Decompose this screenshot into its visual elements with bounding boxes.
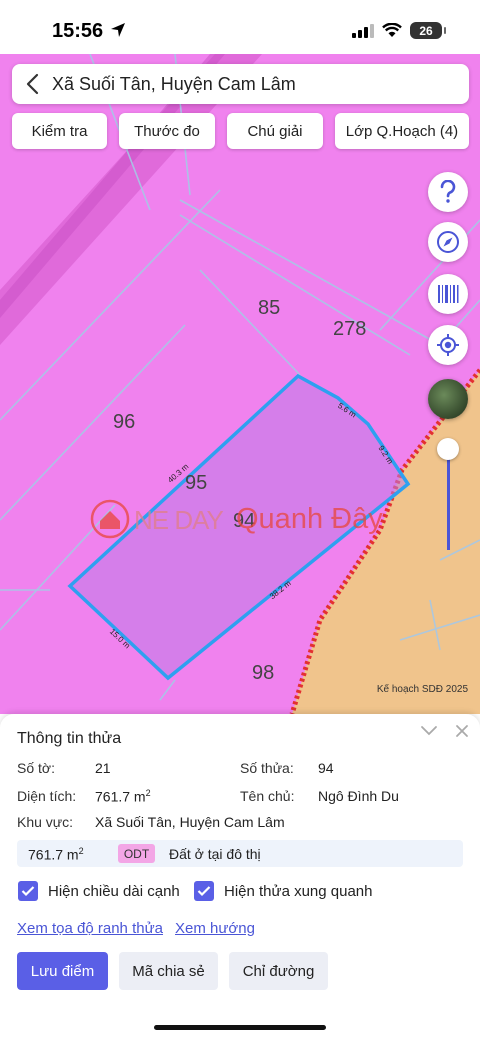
chevron-left-icon [26, 73, 39, 95]
sheet-number-value: 21 [95, 760, 111, 776]
location-header[interactable]: Xã Suối Tân, Huyện Cam Lâm [12, 64, 469, 104]
measure-button[interactable]: Thước đo [119, 113, 215, 149]
wifi-icon [382, 23, 402, 37]
parcel-info-panel: Thông tin thửa Số tờ: 21 Số thửa: 94 Diệ… [0, 714, 480, 1040]
parcel-number[interactable]: 85 [258, 297, 280, 320]
question-icon [440, 180, 456, 203]
show-neighbor-parcels-label[interactable]: Hiện thửa xung quanh [224, 883, 372, 900]
cellular-signal-icon [352, 23, 374, 38]
status-bar: 15:56 26 [0, 0, 480, 54]
location-arrow-icon [111, 23, 125, 37]
parcel-number-label: Số thửa: [240, 760, 294, 776]
satellite-layer-button[interactable] [428, 379, 468, 419]
watermark-name: Quanh Đây [236, 503, 383, 535]
parcel-number[interactable]: 278 [333, 318, 366, 341]
locate-me-button[interactable] [428, 325, 468, 365]
zoning-description: Đất ở tại đô thị [169, 846, 261, 862]
share-code-button[interactable]: Mã chia sẻ [119, 952, 218, 990]
back-button[interactable] [12, 64, 52, 104]
watermark-brand: NE DAY [134, 505, 224, 535]
show-edge-lengths-checkbox[interactable] [18, 881, 38, 901]
region-value: Xã Suối Tân, Huyện Cam Lâm [95, 814, 285, 830]
chevron-down-icon[interactable] [420, 724, 438, 736]
watermark-logo-icon [90, 499, 130, 539]
barcode-button[interactable] [428, 274, 468, 314]
layer-opacity-slider-handle[interactable] [437, 438, 459, 460]
layer-opacity-slider[interactable] [447, 450, 450, 550]
planning-layers-button[interactable]: Lớp Q.Hoạch (4) [335, 113, 469, 149]
parcel-number-value: 94 [318, 760, 334, 776]
view-boundary-coords-link[interactable]: Xem tọa độ ranh thửa [17, 920, 163, 937]
region-label: Khu vực: [17, 814, 74, 830]
save-point-button[interactable]: Lưu điểm [17, 952, 108, 990]
zoning-row: 761.7 m2 ODT Đất ở tại đô thị [17, 840, 463, 867]
zoning-area: 761.7 m2 [28, 846, 84, 863]
parcel-number[interactable]: 95 [185, 472, 207, 495]
area-label: Diện tích: [17, 788, 77, 804]
panel-title: Thông tin thửa [17, 730, 122, 747]
barcode-icon [438, 285, 459, 303]
parcel-number[interactable]: 96 [113, 411, 135, 434]
battery-icon: 26 [410, 22, 446, 39]
sheet-number-label: Số tờ: [17, 760, 55, 776]
location-title: Xã Suối Tân, Huyện Cam Lâm [52, 73, 296, 94]
parcel-number[interactable]: 98 [252, 662, 274, 685]
compass-icon [437, 231, 459, 253]
close-icon[interactable] [454, 723, 470, 739]
legend-button[interactable]: Chú giải [227, 113, 323, 149]
checkmark-icon [21, 886, 35, 897]
watermark: NE DAY Quanh Đây [90, 497, 390, 541]
checkmark-icon [197, 886, 211, 897]
home-indicator [154, 1025, 326, 1030]
compass-button[interactable] [428, 222, 468, 262]
help-button[interactable] [428, 172, 468, 212]
locate-icon [437, 334, 459, 356]
map-view[interactable]: 85 278 96 95 94 98 40.3 m 5.6 m 9.2 m 38… [0, 54, 480, 714]
owner-label: Tên chủ: [240, 788, 295, 804]
map-canvas[interactable] [0, 54, 480, 714]
directions-button[interactable]: Chỉ đường [229, 952, 328, 990]
plan-caption: Kế hoạch SDĐ 2025 [376, 684, 468, 695]
check-button[interactable]: Kiểm tra [12, 113, 107, 149]
view-direction-link[interactable]: Xem hướng [175, 920, 255, 937]
map-toolbar: Kiểm tra Thước đo Chú giải Lớp Q.Hoạch (… [12, 113, 469, 149]
show-neighbor-parcels-checkbox[interactable] [194, 881, 214, 901]
status-icons: 26 [352, 22, 446, 39]
area-value: 761.7 m2 [95, 788, 151, 805]
show-edge-lengths-label[interactable]: Hiện chiều dài cạnh [48, 883, 180, 900]
zoning-code-badge: ODT [118, 844, 155, 863]
owner-value: Ngô Đình Du [318, 788, 399, 804]
status-time: 15:56 [52, 20, 104, 42]
